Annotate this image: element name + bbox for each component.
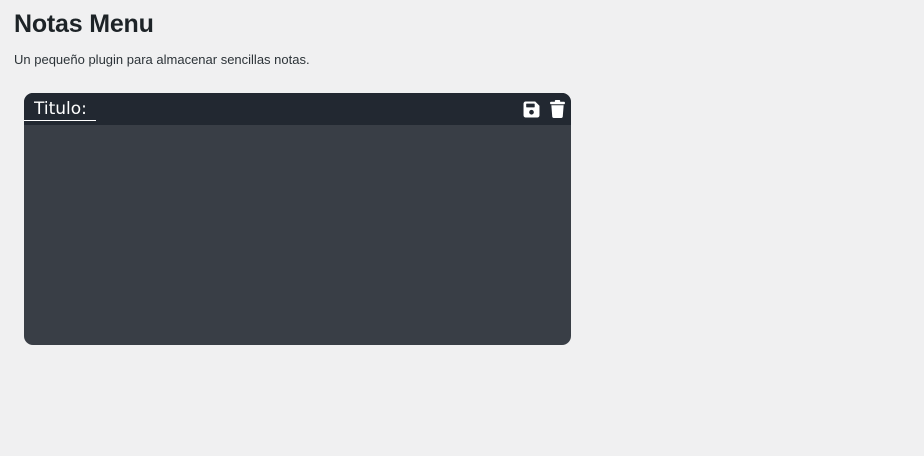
save-button[interactable] xyxy=(521,99,541,119)
note-card xyxy=(24,93,571,345)
page-title: Notas Menu xyxy=(14,10,154,38)
delete-button[interactable] xyxy=(547,99,567,119)
note-title-input[interactable] xyxy=(24,97,96,121)
note-body-textarea[interactable] xyxy=(24,125,571,345)
floppy-disk-icon xyxy=(523,101,539,117)
note-header xyxy=(24,93,571,125)
trash-icon xyxy=(549,100,565,118)
plugin-page: Notas Menu Un pequeño plugin para almace… xyxy=(0,0,924,456)
page-description: Un pequeño plugin para almacenar sencill… xyxy=(14,52,310,67)
